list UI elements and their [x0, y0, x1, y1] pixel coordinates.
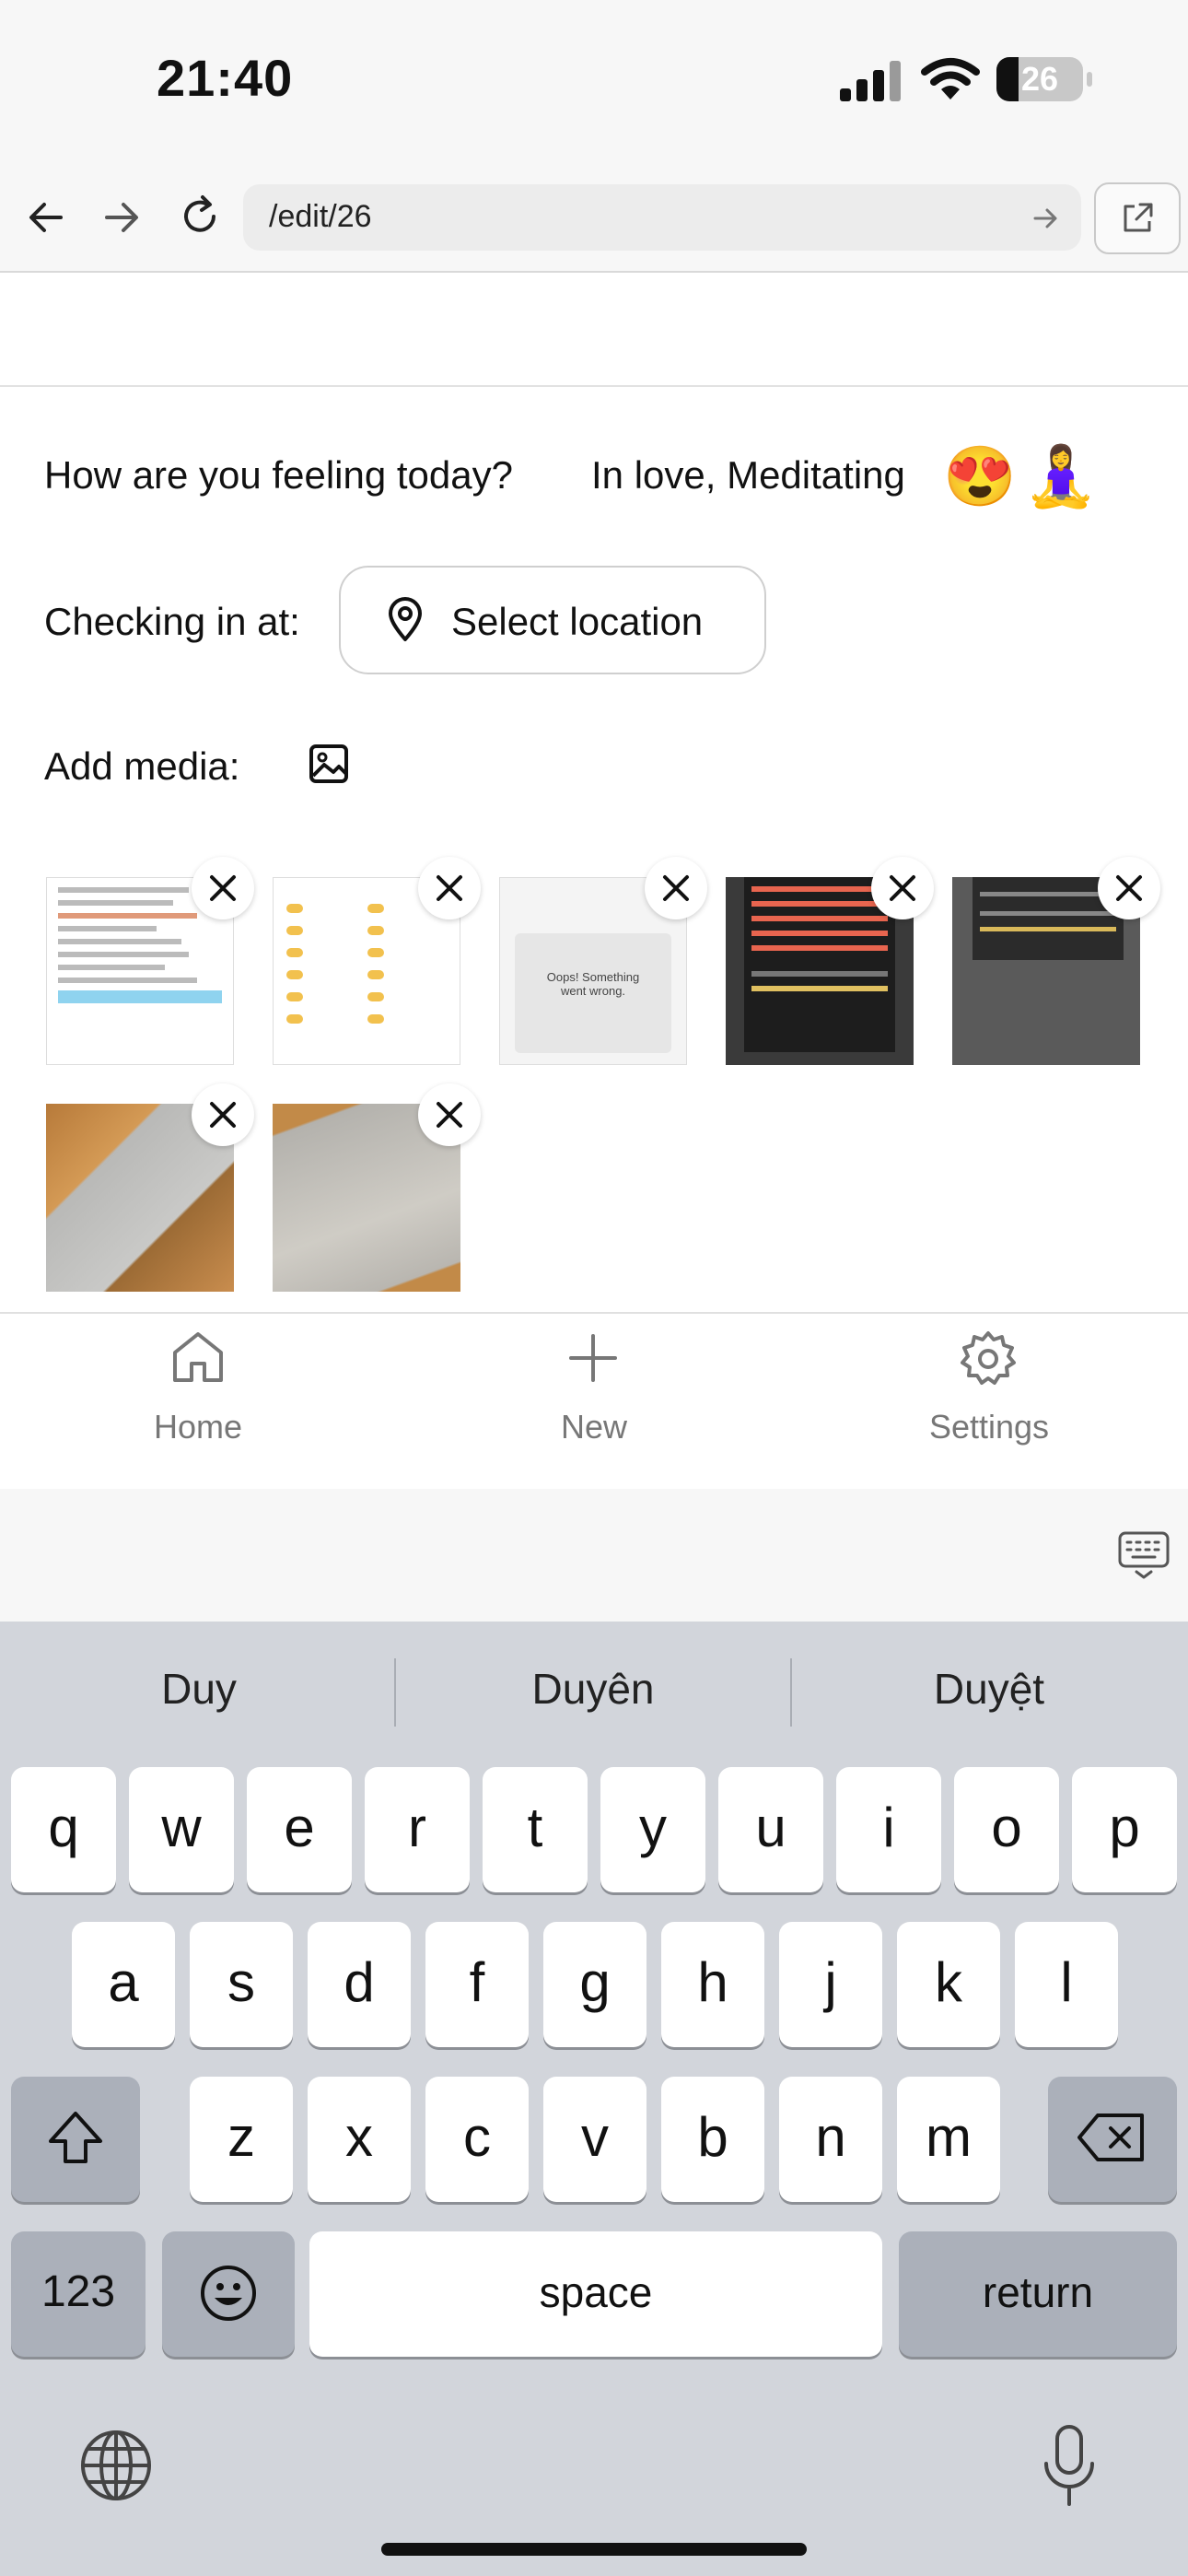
keyboard-accessory-bar: [0, 1489, 1188, 1622]
remove-media-button[interactable]: [192, 1083, 254, 1146]
emoji-icon: [201, 2266, 256, 2321]
suggestion-divider: [790, 1658, 792, 1727]
key-s[interactable]: s: [190, 1922, 293, 2047]
key-h[interactable]: h: [661, 1922, 764, 2047]
battery-level: 26: [1020, 60, 1059, 98]
key-e[interactable]: e: [247, 1767, 352, 1892]
shift-icon: [49, 2112, 102, 2163]
key-x[interactable]: x: [308, 2077, 411, 2202]
remove-media-button[interactable]: [1098, 857, 1160, 919]
key-p[interactable]: p: [1072, 1767, 1177, 1892]
feeling-label: How are you feeling today?: [44, 453, 513, 497]
key-d[interactable]: d: [308, 1922, 411, 2047]
back-arrow-icon[interactable]: [26, 197, 66, 238]
meditating-emoji-icon: 🧘‍♀️: [1024, 443, 1098, 509]
reload-icon[interactable]: [177, 193, 223, 240]
shift-key[interactable]: [11, 2077, 140, 2202]
key-r[interactable]: r: [365, 1767, 470, 1892]
gear-icon[interactable]: [958, 1329, 1019, 1389]
key-v[interactable]: v: [543, 2077, 646, 2202]
close-icon: [1116, 875, 1142, 901]
error-thumbnail-text: Oops! Something went wrong.: [546, 970, 640, 998]
key-c[interactable]: c: [425, 2077, 529, 2202]
location-label: Checking in at:: [44, 600, 300, 643]
wifi-icon: [921, 58, 980, 100]
globe-icon[interactable]: [77, 2427, 155, 2504]
remove-media-button[interactable]: [418, 1083, 481, 1146]
map-pin-icon: [389, 597, 422, 641]
media-label: Add media:: [44, 744, 240, 788]
image-upload-icon[interactable]: [308, 743, 350, 785]
close-icon: [210, 1102, 236, 1128]
key-g[interactable]: g: [543, 1922, 646, 2047]
key-k[interactable]: k: [897, 1922, 1000, 2047]
plus-icon[interactable]: [567, 1332, 619, 1384]
key-l[interactable]: l: [1015, 1922, 1118, 2047]
cellular-signal-icon: [840, 61, 901, 101]
tab-new[interactable]: New: [483, 1408, 705, 1446]
close-icon: [890, 875, 915, 901]
key-m[interactable]: m: [897, 2077, 1000, 2202]
key-o[interactable]: o: [954, 1767, 1059, 1892]
suggestion-1[interactable]: Duy: [15, 1664, 383, 1714]
in-love-emoji-icon: 😍: [943, 443, 1017, 509]
remove-media-button[interactable]: [871, 857, 934, 919]
open-external-button[interactable]: [1094, 182, 1181, 254]
go-arrow-icon[interactable]: [1031, 205, 1059, 232]
remove-media-button[interactable]: [645, 857, 707, 919]
feeling-value[interactable]: In love, Meditating: [591, 453, 905, 498]
tab-settings[interactable]: Settings: [879, 1408, 1100, 1446]
key-j[interactable]: j: [779, 1922, 882, 2047]
close-icon: [663, 875, 689, 901]
key-f[interactable]: f: [425, 1922, 529, 2047]
close-icon: [210, 875, 236, 901]
tab-home[interactable]: Home: [87, 1408, 309, 1446]
suggestion-divider: [394, 1658, 396, 1727]
url-text[interactable]: /edit/26: [269, 199, 372, 235]
emoji-key[interactable]: [162, 2231, 295, 2357]
key-y[interactable]: y: [600, 1767, 705, 1892]
status-time: 21:40: [157, 49, 294, 107]
key-u[interactable]: u: [718, 1767, 823, 1892]
open-external-icon: [1124, 203, 1153, 232]
space-key[interactable]: space: [309, 2231, 882, 2357]
key-n[interactable]: n: [779, 2077, 882, 2202]
home-icon[interactable]: [168, 1327, 228, 1388]
return-key[interactable]: return: [899, 2231, 1177, 2357]
close-icon: [437, 1102, 462, 1128]
delete-key[interactable]: [1048, 2077, 1177, 2202]
key-w[interactable]: w: [129, 1767, 234, 1892]
suggestion-3[interactable]: Duyệt: [805, 1664, 1173, 1714]
select-location-label: Select location: [451, 600, 704, 643]
suggestion-2[interactable]: Duyên: [409, 1664, 777, 1714]
key-b[interactable]: b: [661, 2077, 764, 2202]
microphone-icon[interactable]: [1039, 2421, 1100, 2510]
remove-media-button[interactable]: [418, 857, 481, 919]
key-t[interactable]: t: [483, 1767, 588, 1892]
battery-tip: [1087, 72, 1092, 87]
close-icon: [437, 875, 462, 901]
key-a[interactable]: a: [72, 1922, 175, 2047]
home-indicator: [381, 2543, 807, 2556]
numbers-key[interactable]: 123: [11, 2231, 146, 2357]
backspace-icon: [1077, 2113, 1144, 2161]
battery-icon: 26: [996, 57, 1083, 101]
forward-arrow-icon[interactable]: [101, 197, 142, 238]
key-i[interactable]: i: [836, 1767, 941, 1892]
page-header-strip: [0, 273, 1188, 387]
keyboard-dismiss-icon[interactable]: [1118, 1529, 1170, 1581]
key-z[interactable]: z: [190, 2077, 293, 2202]
key-q[interactable]: q: [11, 1767, 116, 1892]
remove-media-button[interactable]: [192, 857, 254, 919]
